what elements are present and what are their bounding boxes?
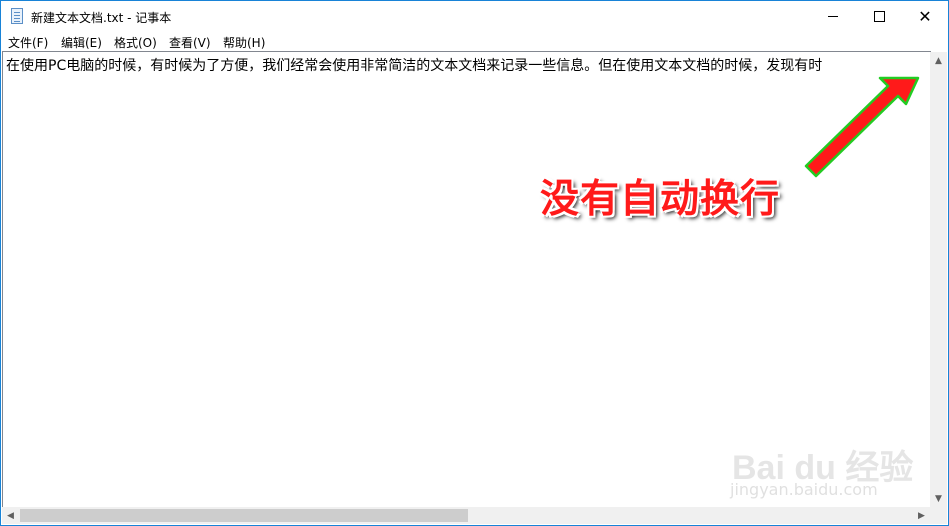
close-icon: ✕ [918, 6, 932, 26]
menu-help[interactable]: 帮助(H) [223, 34, 265, 51]
menu-bar: 文件(F) 编辑(E) 格式(O) 查看(V) 帮助(H) [1, 32, 948, 51]
title-bar[interactable]: 新建文本文档.txt - 记事本 ✕ [1, 1, 948, 32]
menu-edit[interactable]: 编辑(E) [61, 34, 102, 51]
notepad-icon [11, 8, 23, 24]
maximize-button[interactable] [856, 1, 902, 32]
baidu-watermark: Bai du 经验 jingyan.baidu.com [722, 440, 913, 502]
scroll-right-icon[interactable]: ▶ [913, 507, 930, 524]
horizontal-scrollbar[interactable]: ◀ ▶ [2, 507, 930, 524]
scroll-left-icon[interactable]: ◀ [2, 507, 19, 524]
horizontal-scroll-thumb[interactable] [20, 509, 468, 522]
maximize-icon [873, 11, 885, 22]
scroll-up-icon[interactable]: ▲ [930, 52, 947, 69]
menu-view[interactable]: 查看(V) [169, 34, 211, 51]
size-grip[interactable] [930, 507, 947, 524]
watermark-url: jingyan.baidu.com [730, 480, 878, 499]
window-title: 新建文本文档.txt - 记事本 [31, 11, 172, 25]
minimize-button[interactable] [810, 1, 856, 32]
close-button[interactable]: ✕ [902, 1, 948, 32]
scroll-down-icon[interactable]: ▼ [930, 490, 947, 507]
minimize-icon [828, 16, 838, 17]
menu-format[interactable]: 格式(O) [114, 34, 157, 51]
vertical-scrollbar[interactable]: ▲ ▼ [930, 52, 947, 507]
annotation-label: 没有自动换行 [540, 177, 781, 222]
editor-content[interactable]: 在使用PC电脑的时候，有时候为了方便，我们经常会使用非常简洁的文本文档来记录一些… [6, 55, 931, 75]
menu-file[interactable]: 文件(F) [8, 34, 48, 51]
